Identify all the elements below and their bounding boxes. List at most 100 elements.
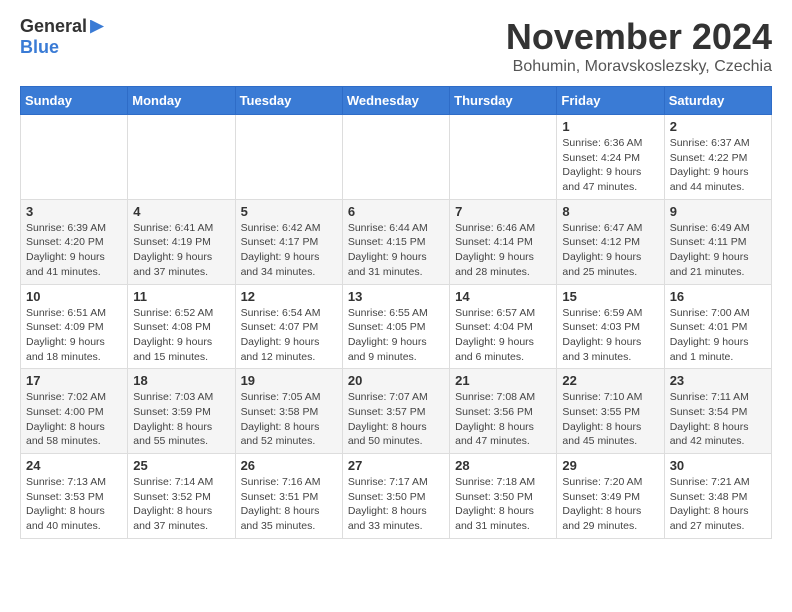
calendar-cell: 5 Sunrise: 6:42 AMSunset: 4:17 PMDaylight… [235,199,342,284]
logo-blue: Blue [20,37,59,57]
week-row-1: 1 Sunrise: 6:36 AMSunset: 4:24 PMDaylight… [21,115,772,200]
day-number: 5 [241,204,337,219]
logo-icon [90,20,104,34]
day-info: Sunrise: 6:42 AMSunset: 4:17 PMDaylight:… [241,221,337,280]
calendar-cell: 26 Sunrise: 7:16 AMSunset: 3:51 PMDayligh… [235,454,342,539]
day-info: Sunrise: 6:41 AMSunset: 4:19 PMDaylight:… [133,221,229,280]
calendar-cell: 13Sunrise: 6:55 AMSunset: 4:05 PMDayligh… [342,284,449,369]
day-info: Sunrise: 7:14 AMSunset: 3:52 PMDaylight:… [133,475,229,534]
month-title: November 2024 [506,16,772,58]
day-number: 11 [133,289,229,304]
day-info: Sunrise: 7:13 AMSunset: 3:53 PMDaylight:… [26,475,122,534]
day-number: 29 [562,458,658,473]
day-info: Sunrise: 6:36 AMSunset: 4:24 PMDaylight:… [562,136,658,195]
logo: General Blue [20,16,104,58]
header: General Blue November 2024 Bohumin, Mora… [20,16,772,76]
calendar-cell [342,115,449,200]
calendar-cell: 17 Sunrise: 7:02 AMSunset: 4:00 PMDayligh… [21,369,128,454]
calendar-cell [450,115,557,200]
day-number: 19 [241,373,337,388]
calendar-cell: 19 Sunrise: 7:05 AMSunset: 3:58 PMDayligh… [235,369,342,454]
day-info: Sunrise: 6:37 AMSunset: 4:22 PMDaylight:… [670,136,766,195]
day-number: 21 [455,373,551,388]
day-info: Sunrise: 7:17 AMSunset: 3:50 PMDaylight:… [348,475,444,534]
location-title: Bohumin, Moravskoslezsky, Czechia [506,58,772,76]
logo-general: General [20,16,87,37]
day-info: Sunrise: 7:11 AMSunset: 3:54 PMDaylight:… [670,390,766,449]
day-number: 17 [26,373,122,388]
day-number: 27 [348,458,444,473]
day-info: Sunrise: 6:44 AMSunset: 4:15 PMDaylight:… [348,221,444,280]
day-number: 14 [455,289,551,304]
week-row-5: 24 Sunrise: 7:13 AMSunset: 3:53 PMDayligh… [21,454,772,539]
day-number: 26 [241,458,337,473]
day-number: 20 [348,373,444,388]
day-info: Sunrise: 6:39 AMSunset: 4:20 PMDaylight:… [26,221,122,280]
calendar-cell: 23Sunrise: 7:11 AMSunset: 3:54 PMDayligh… [664,369,771,454]
day-info: Sunrise: 6:52 AMSunset: 4:08 PMDaylight:… [133,306,229,365]
day-info: Sunrise: 7:02 AMSunset: 4:00 PMDaylight:… [26,390,122,449]
weekday-header-sunday: Sunday [21,87,128,115]
calendar-cell [128,115,235,200]
day-info: Sunrise: 7:18 AMSunset: 3:50 PMDaylight:… [455,475,551,534]
week-row-4: 17 Sunrise: 7:02 AMSunset: 4:00 PMDayligh… [21,369,772,454]
day-number: 1 [562,119,658,134]
calendar-cell: 1 Sunrise: 6:36 AMSunset: 4:24 PMDaylight… [557,115,664,200]
calendar-cell [21,115,128,200]
day-number: 12 [241,289,337,304]
calendar-table: SundayMondayTuesdayWednesdayThursdayFrid… [20,86,772,539]
calendar-cell: 29Sunrise: 7:20 AMSunset: 3:49 PMDayligh… [557,454,664,539]
day-info: Sunrise: 6:59 AMSunset: 4:03 PMDaylight:… [562,306,658,365]
calendar-cell: 9 Sunrise: 6:49 AMSunset: 4:11 PMDaylight… [664,199,771,284]
calendar-cell: 7 Sunrise: 6:46 AMSunset: 4:14 PMDaylight… [450,199,557,284]
day-info: Sunrise: 7:05 AMSunset: 3:58 PMDaylight:… [241,390,337,449]
calendar-cell: 15 Sunrise: 6:59 AMSunset: 4:03 PMDayligh… [557,284,664,369]
day-number: 25 [133,458,229,473]
calendar-cell: 16 Sunrise: 7:00 AMSunset: 4:01 PMDayligh… [664,284,771,369]
calendar-cell: 4Sunrise: 6:41 AMSunset: 4:19 PMDaylight… [128,199,235,284]
day-info: Sunrise: 6:57 AMSunset: 4:04 PMDaylight:… [455,306,551,365]
day-number: 24 [26,458,122,473]
day-number: 30 [670,458,766,473]
calendar-cell: 8Sunrise: 6:47 AMSunset: 4:12 PMDaylight… [557,199,664,284]
weekday-header-tuesday: Tuesday [235,87,342,115]
day-info: Sunrise: 6:54 AMSunset: 4:07 PMDaylight:… [241,306,337,365]
day-number: 2 [670,119,766,134]
day-number: 15 [562,289,658,304]
day-info: Sunrise: 6:47 AMSunset: 4:12 PMDaylight:… [562,221,658,280]
day-info: Sunrise: 7:03 AMSunset: 3:59 PMDaylight:… [133,390,229,449]
calendar-cell: 22 Sunrise: 7:10 AMSunset: 3:55 PMDayligh… [557,369,664,454]
day-info: Sunrise: 6:51 AMSunset: 4:09 PMDaylight:… [26,306,122,365]
calendar-cell: 25 Sunrise: 7:14 AMSunset: 3:52 PMDayligh… [128,454,235,539]
calendar-cell: 3 Sunrise: 6:39 AMSunset: 4:20 PMDaylight… [21,199,128,284]
calendar-cell: 28 Sunrise: 7:18 AMSunset: 3:50 PMDayligh… [450,454,557,539]
day-info: Sunrise: 7:07 AMSunset: 3:57 PMDaylight:… [348,390,444,449]
calendar-cell: 2 Sunrise: 6:37 AMSunset: 4:22 PMDaylight… [664,115,771,200]
calendar-cell: 11 Sunrise: 6:52 AMSunset: 4:08 PMDayligh… [128,284,235,369]
day-info: Sunrise: 7:10 AMSunset: 3:55 PMDaylight:… [562,390,658,449]
weekday-header-row: SundayMondayTuesdayWednesdayThursdayFrid… [21,87,772,115]
title-area: November 2024 Bohumin, Moravskoslezsky, … [506,16,772,76]
day-number: 28 [455,458,551,473]
day-number: 13 [348,289,444,304]
day-info: Sunrise: 6:46 AMSunset: 4:14 PMDaylight:… [455,221,551,280]
weekday-header-thursday: Thursday [450,87,557,115]
calendar-cell: 21 Sunrise: 7:08 AMSunset: 3:56 PMDayligh… [450,369,557,454]
day-number: 3 [26,204,122,219]
day-number: 7 [455,204,551,219]
week-row-2: 3 Sunrise: 6:39 AMSunset: 4:20 PMDaylight… [21,199,772,284]
day-number: 18 [133,373,229,388]
calendar-cell: 18 Sunrise: 7:03 AMSunset: 3:59 PMDayligh… [128,369,235,454]
weekday-header-wednesday: Wednesday [342,87,449,115]
day-info: Sunrise: 6:49 AMSunset: 4:11 PMDaylight:… [670,221,766,280]
day-number: 9 [670,204,766,219]
calendar-cell: 20 Sunrise: 7:07 AMSunset: 3:57 PMDayligh… [342,369,449,454]
day-info: Sunrise: 7:08 AMSunset: 3:56 PMDaylight:… [455,390,551,449]
day-number: 22 [562,373,658,388]
day-info: Sunrise: 7:16 AMSunset: 3:51 PMDaylight:… [241,475,337,534]
calendar-cell [235,115,342,200]
week-row-3: 10Sunrise: 6:51 AMSunset: 4:09 PMDayligh… [21,284,772,369]
weekday-header-monday: Monday [128,87,235,115]
day-info: Sunrise: 7:00 AMSunset: 4:01 PMDaylight:… [670,306,766,365]
day-number: 16 [670,289,766,304]
